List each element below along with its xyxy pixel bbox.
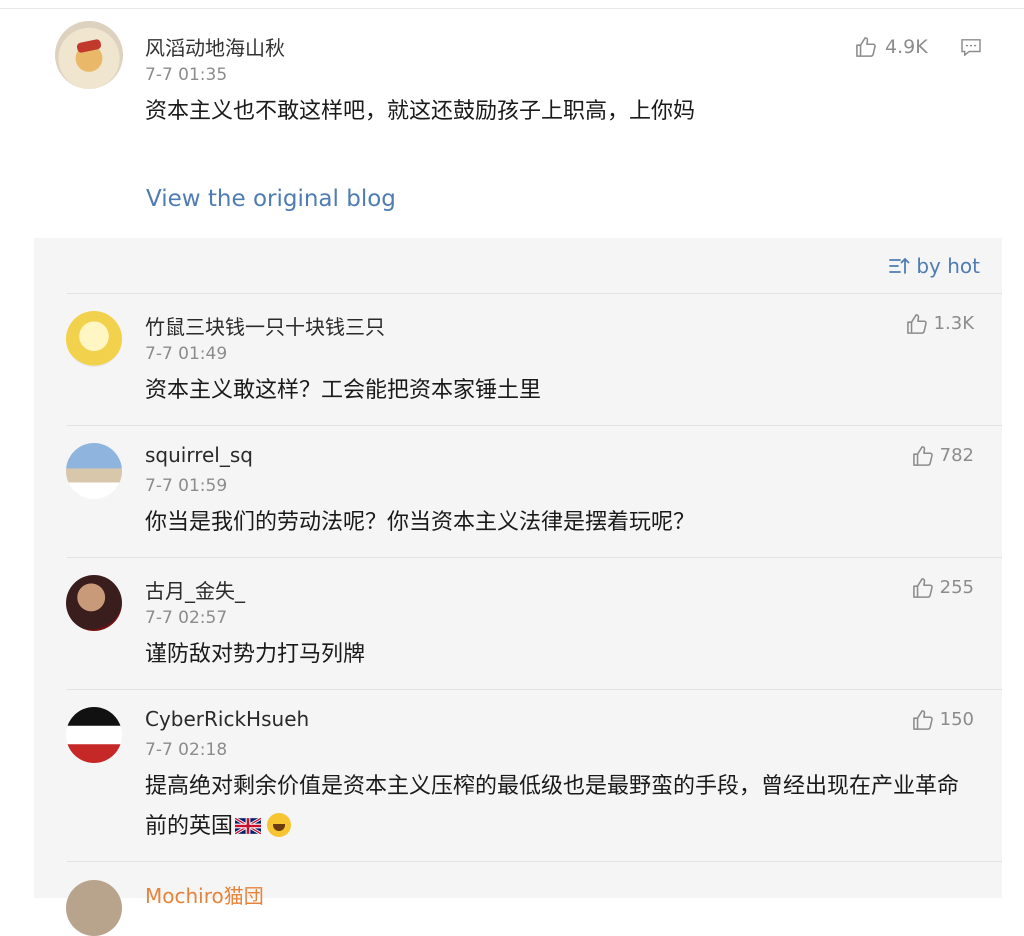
like-count: 150 <box>939 709 974 730</box>
avatar[interactable] <box>66 575 122 631</box>
reply-username[interactable]: 古月_金失_ <box>145 575 245 604</box>
sort-by-hot-button[interactable]: by hot <box>888 254 980 278</box>
thumbs-up-icon <box>912 445 933 466</box>
avatar[interactable] <box>66 443 122 499</box>
like-count: 4.9K <box>885 36 928 58</box>
uk-flag-emoji <box>235 818 262 834</box>
top-divider <box>0 8 1024 9</box>
sort-icon <box>889 257 910 274</box>
thumbs-up-icon <box>912 709 933 730</box>
reply-username[interactable]: Mochiro猫団 <box>145 880 264 909</box>
main-comment-username[interactable]: 风滔动地海山秋 <box>145 32 285 61</box>
reply-text: 提高绝对剩余价值是资本主义压榨的最低级也是最野蛮的手段，曾经出现在产业革命前的英… <box>145 767 975 847</box>
thumbs-up-icon <box>856 37 876 57</box>
replies-panel: by hot 竹鼠三块钱一只十块钱三只 7-7 01:49 资本主义敢这样？工会… <box>34 238 1002 936</box>
like-button[interactable]: 782 <box>912 445 974 466</box>
main-comment-time: 7-7 01:35 <box>145 65 228 85</box>
reply-text: 你当是我们的劳动法呢？你当资本主义法律是摆着玩呢？ <box>145 510 696 535</box>
like-button[interactable]: 150 <box>912 709 974 730</box>
avatar[interactable] <box>55 21 123 89</box>
reply-username[interactable]: CyberRickHsueh <box>145 707 309 731</box>
reply-username[interactable]: squirrel_sq <box>145 443 253 467</box>
like-button[interactable]: 4.9K <box>855 36 928 58</box>
reply-time: 7-7 01:49 <box>145 344 228 364</box>
like-button[interactable]: 1.3K <box>906 313 974 334</box>
avatar[interactable] <box>66 707 122 763</box>
divider <box>67 861 1002 862</box>
sort-label: by hot <box>916 254 980 278</box>
laughing-emoji <box>267 813 292 837</box>
thumbs-up-icon <box>906 313 927 334</box>
view-original-blog-link[interactable]: View the original blog <box>146 186 396 212</box>
reply-text: 资本主义敢这样？工会能把资本家锤土里 <box>145 378 542 403</box>
main-comment-text: 资本主义也不敢这样吧，就这还鼓励孩子上职高，上你妈 <box>145 99 696 124</box>
like-count: 1.3K <box>933 313 974 334</box>
reply-time: 7-7 02:18 <box>145 740 228 760</box>
thumbs-up-icon <box>912 577 933 598</box>
like-button[interactable]: 255 <box>912 577 974 598</box>
like-count: 255 <box>939 577 974 598</box>
reply-time: 7-7 01:59 <box>145 476 228 496</box>
comment-icon[interactable] <box>960 38 982 56</box>
reply-username[interactable]: 竹鼠三块钱一只十块钱三只 <box>145 311 385 340</box>
divider <box>67 557 1002 558</box>
reply-time: 7-7 02:57 <box>145 608 228 628</box>
like-count: 782 <box>939 445 974 466</box>
reply-text: 谨防敌对势力打马列牌 <box>145 642 366 667</box>
divider <box>67 689 1002 690</box>
divider <box>67 293 1002 294</box>
avatar[interactable] <box>66 311 122 367</box>
avatar[interactable] <box>66 880 122 936</box>
divider <box>67 425 1002 426</box>
